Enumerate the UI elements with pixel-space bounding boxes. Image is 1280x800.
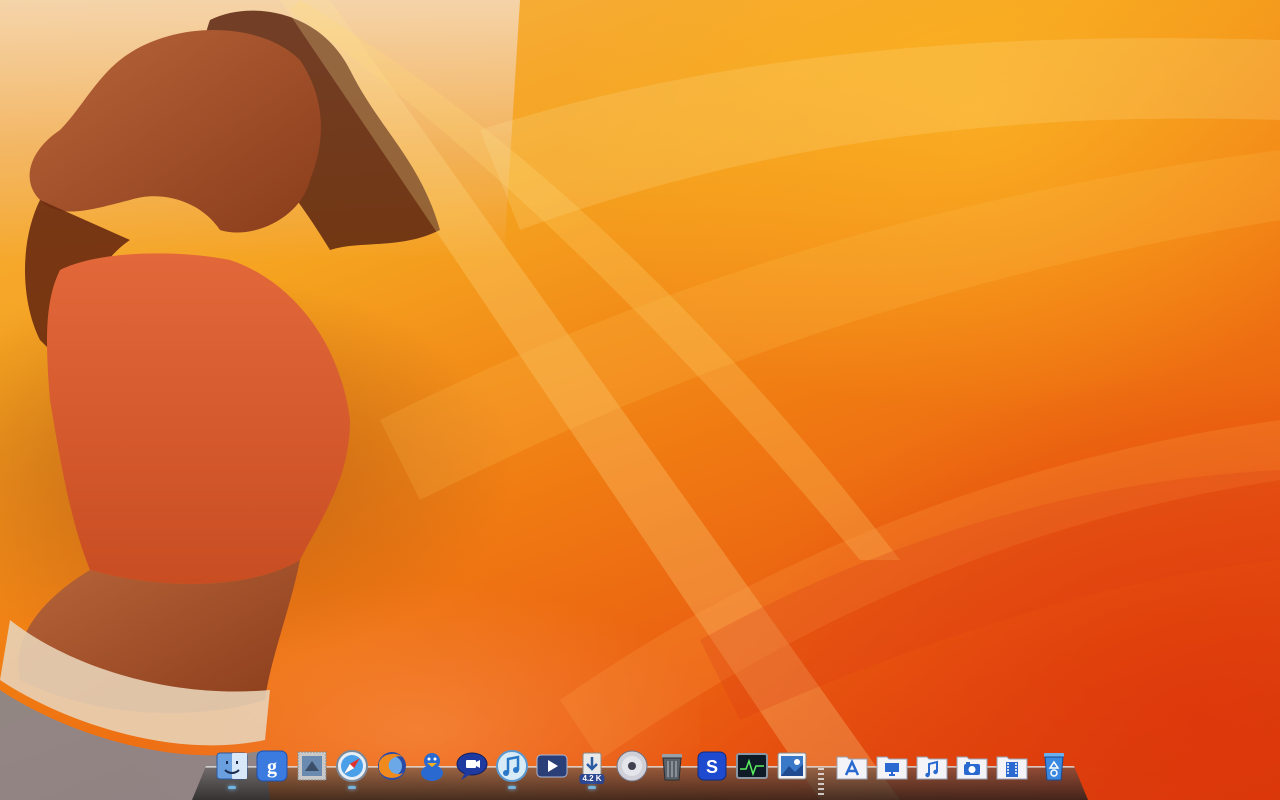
desktop-wallpaper xyxy=(0,0,1280,800)
dock-item-safari[interactable] xyxy=(334,748,370,784)
safari-compass-icon xyxy=(336,750,368,782)
dock-item-music-folder[interactable] xyxy=(914,748,950,784)
svg-text:S: S xyxy=(706,757,718,777)
dock-item-ichat[interactable] xyxy=(454,748,490,784)
mail-stamp-icon xyxy=(297,751,327,781)
google-icon: g xyxy=(256,750,288,782)
dock-item-applications-folder[interactable] xyxy=(834,748,870,784)
desktop-folder-icon xyxy=(876,756,908,780)
itunes-icon xyxy=(496,750,528,782)
dock-item-adium[interactable] xyxy=(414,748,450,784)
running-indicator xyxy=(508,786,516,789)
dock-item-activity-monitor[interactable] xyxy=(734,748,770,784)
iphoto-icon xyxy=(777,752,807,780)
front-row-play-icon xyxy=(536,754,568,778)
dock-item-itunes[interactable] xyxy=(494,748,530,784)
dock-item-desktop-folder[interactable] xyxy=(874,748,910,784)
applications-folder-icon xyxy=(836,756,868,780)
adium-duck-icon xyxy=(421,753,443,781)
dock-item-pictures-folder[interactable] xyxy=(954,748,990,784)
trash-can-icon xyxy=(662,754,682,781)
wallpaper-figure xyxy=(0,10,440,800)
running-indicator xyxy=(228,786,236,789)
dock-item-skype[interactable]: S xyxy=(694,748,730,784)
dock-separator xyxy=(818,768,824,798)
finder-icon xyxy=(216,752,248,780)
ichat-bubble-icon xyxy=(456,752,488,780)
dock-item-iphoto[interactable] xyxy=(774,748,810,784)
activity-monitor-icon xyxy=(736,753,768,779)
dock-item-trash[interactable] xyxy=(1036,748,1072,784)
running-indicator xyxy=(348,786,356,789)
dock-item-front-row[interactable] xyxy=(534,748,570,784)
music-folder-icon xyxy=(916,756,948,780)
dock-item-mail[interactable] xyxy=(294,748,330,784)
movies-folder-icon xyxy=(996,756,1028,780)
pictures-folder-icon xyxy=(956,756,988,780)
dock-item-firefox[interactable] xyxy=(374,748,410,784)
recycle-bin-icon xyxy=(1044,753,1064,781)
dock-item-finder[interactable] xyxy=(214,748,250,784)
dock-item-movies-folder[interactable] xyxy=(994,748,1030,784)
download-speed-badge: 4.2 K xyxy=(579,774,605,784)
skype-icon: S xyxy=(697,751,727,781)
dock-item-dvd-player[interactable] xyxy=(614,748,650,784)
dock-item-transmission[interactable]: 4.2 K xyxy=(574,748,610,784)
firefox-icon xyxy=(378,752,406,780)
running-indicator xyxy=(588,786,596,789)
svg-text:g: g xyxy=(267,756,277,778)
dock-item-google[interactable]: g xyxy=(254,748,290,784)
dvd-disc-icon xyxy=(616,750,648,782)
dock-item-trash-app[interactable] xyxy=(654,748,690,784)
